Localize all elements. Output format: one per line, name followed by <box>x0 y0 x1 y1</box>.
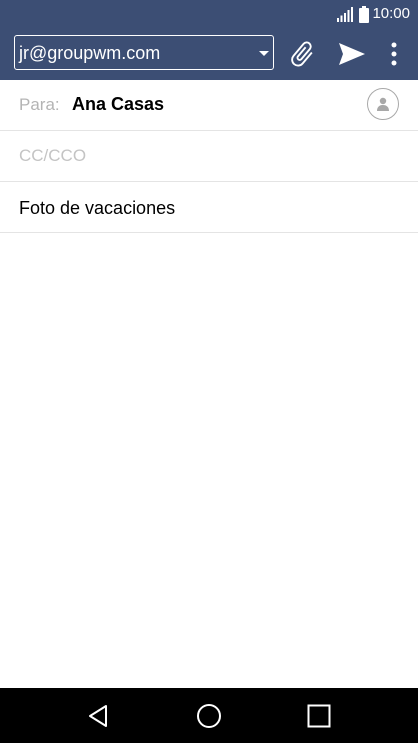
to-label: Para: <box>19 95 60 114</box>
status-bar: 10:00 <box>0 0 418 28</box>
signal-icon <box>337 6 354 22</box>
subject-input[interactable]: Foto de vacaciones <box>19 198 175 219</box>
to-recipient-chip[interactable]: Ana Casas <box>72 94 164 115</box>
battery-icon <box>359 5 370 23</box>
contact-icon <box>377 97 389 111</box>
send-icon <box>339 43 365 65</box>
more-vertical-icon <box>391 42 397 66</box>
back-icon <box>89 705 107 727</box>
send-button[interactable] <box>334 39 370 69</box>
attach-button[interactable] <box>284 39 320 69</box>
cc-bcc-input[interactable]: CC/CCO <box>19 146 86 166</box>
from-account-value: jr@groupwm.com <box>19 43 161 63</box>
home-icon <box>197 704 221 728</box>
compose-toolbar: jr@groupwm.com <box>0 28 418 80</box>
back-button[interactable] <box>85 702 113 730</box>
message-body-input[interactable] <box>0 233 418 688</box>
dropdown-arrow-icon <box>259 51 269 56</box>
navigation-bar <box>0 688 418 743</box>
home-button[interactable] <box>195 702 223 730</box>
status-icons: 10:00 <box>337 5 410 23</box>
to-field-row[interactable]: Para: Ana Casas <box>0 80 418 131</box>
status-clock: 10:00 <box>372 5 410 22</box>
paperclip-icon <box>291 41 313 67</box>
recents-button[interactable] <box>305 702 333 730</box>
more-options-button[interactable] <box>383 39 405 69</box>
subject-field-row[interactable]: Foto de vacaciones <box>0 182 418 233</box>
cc-field-row[interactable]: CC/CCO <box>0 131 418 182</box>
recents-icon <box>307 704 331 728</box>
contact-picker-button[interactable] <box>367 88 399 120</box>
from-account-dropdown[interactable]: jr@groupwm.com <box>14 35 274 70</box>
